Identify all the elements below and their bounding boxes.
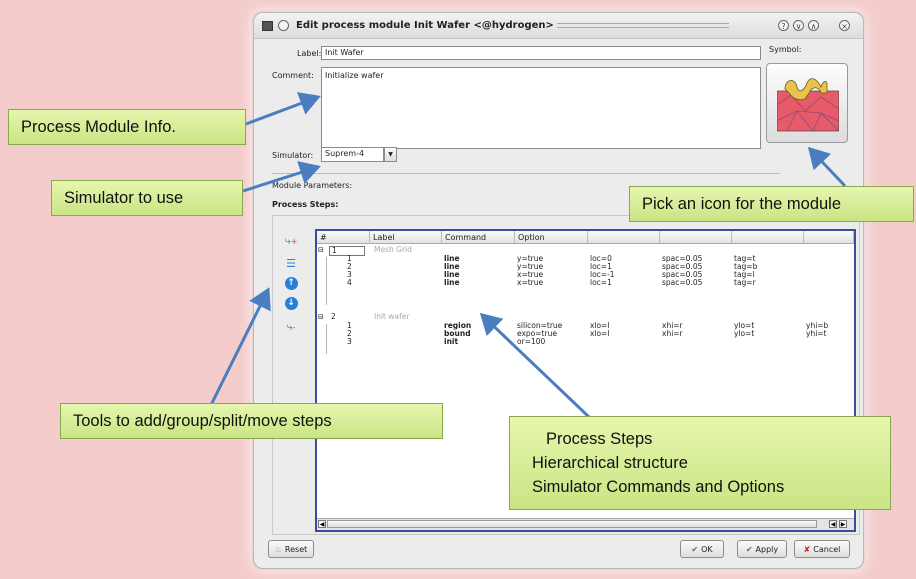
callout-steps-bullet-2: Simulator Commands and Options <box>532 478 785 496</box>
callout-pick-icon: Pick an icon for the module <box>629 186 914 222</box>
arrow-steps <box>479 312 591 419</box>
callout-process-steps: Process Steps Hierarchical structure Sim… <box>509 416 891 510</box>
callout-tools: Tools to add/group/split/move steps <box>60 403 443 439</box>
arrow-tools <box>209 287 271 406</box>
callout-steps-title: Process Steps <box>546 430 653 448</box>
arrow-symbol <box>807 146 847 188</box>
callout-steps-bullet-1: Hierarchical structure <box>532 454 688 472</box>
arrow-simulator <box>242 161 321 193</box>
callout-process-module-info: Process Module Info. <box>8 109 246 145</box>
callout-simulator-to-use: Simulator to use <box>51 180 243 216</box>
arrow-module-info <box>245 92 321 126</box>
